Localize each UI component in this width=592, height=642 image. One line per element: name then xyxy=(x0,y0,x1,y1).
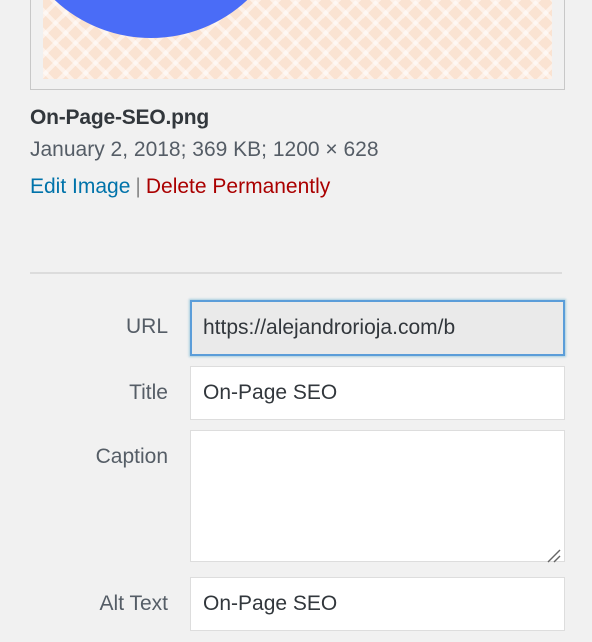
url-field-control xyxy=(190,300,592,356)
field-row-caption: Caption xyxy=(0,430,592,567)
edit-image-link[interactable]: Edit Image xyxy=(30,175,130,198)
section-divider xyxy=(30,272,562,274)
attachment-thumbnail-frame xyxy=(30,0,565,90)
attachment-details-form: URL Title Caption Alt Text xyxy=(0,300,592,641)
attachment-filename: On-Page-SEO.png xyxy=(30,106,210,129)
attachment-file-details: January 2, 2018; 369 KB; 1200 × 628 xyxy=(30,138,379,161)
caption-textarea[interactable] xyxy=(190,430,565,562)
url-field-label: URL xyxy=(125,315,168,338)
field-row-alt-text: Alt Text xyxy=(0,577,592,631)
delete-permanently-link[interactable]: Delete Permanently xyxy=(146,175,330,198)
attachment-thumbnail-image xyxy=(43,0,552,79)
title-field-label: Title xyxy=(129,381,168,404)
field-row-url: URL xyxy=(0,300,592,356)
alt-text-field-label: Alt Text xyxy=(99,592,168,615)
title-field-control xyxy=(190,366,592,420)
caption-field-control xyxy=(190,430,592,567)
action-separator: | xyxy=(135,175,141,198)
caption-field-label: Caption xyxy=(95,445,168,468)
attachment-meta: On-Page-SEO.png January 2, 2018; 369 KB;… xyxy=(30,104,430,204)
alt-text-field-control xyxy=(190,577,592,631)
attachment-actions: Edit Image | Delete Permanently xyxy=(30,170,430,204)
circular-refresh-arrow-icon xyxy=(54,0,248,38)
field-row-title: Title xyxy=(0,366,592,420)
alt-text-input[interactable] xyxy=(190,577,565,631)
title-input[interactable] xyxy=(190,366,565,420)
url-input[interactable] xyxy=(190,300,565,356)
